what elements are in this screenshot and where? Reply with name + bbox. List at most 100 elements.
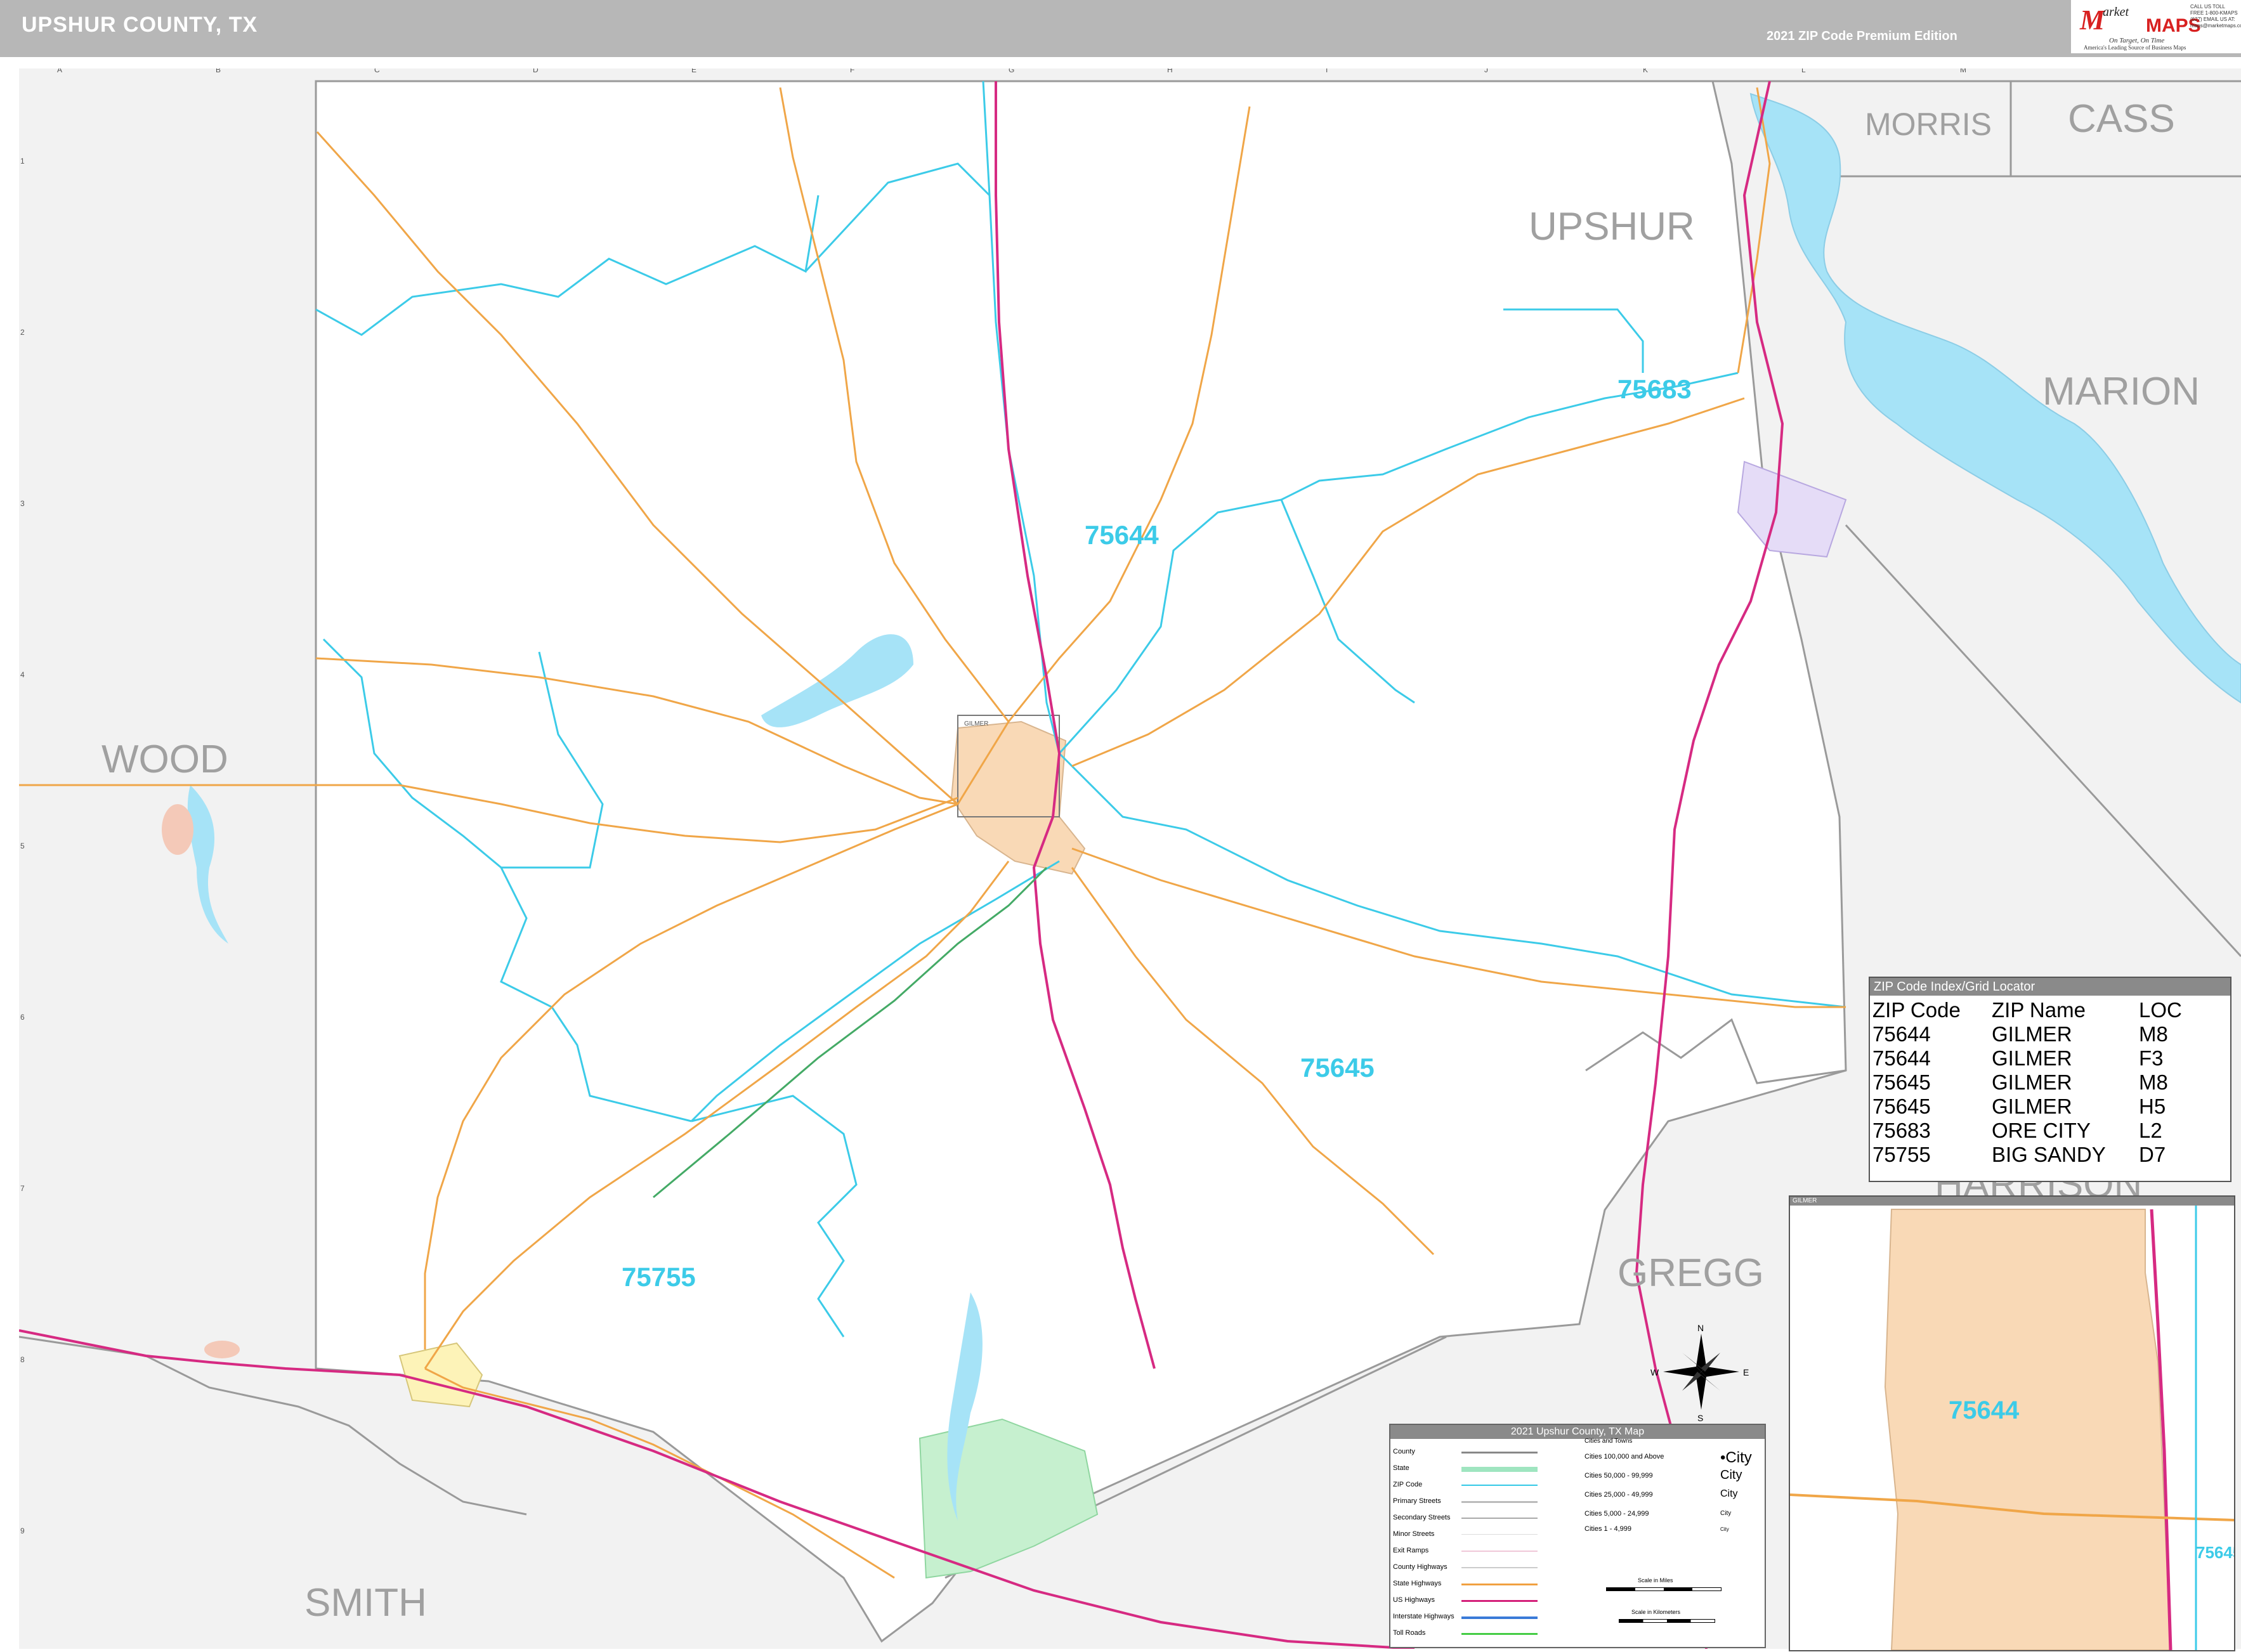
legend-city-tier-5: Cities 1 - 4,999 bbox=[1584, 1525, 1631, 1533]
legend-item-state: State bbox=[1393, 1464, 1409, 1472]
legend-swatch-county-hwy bbox=[1461, 1567, 1538, 1568]
legend-item-exit: Exit Ramps bbox=[1393, 1547, 1429, 1554]
grid-col-g: G bbox=[1009, 68, 1014, 74]
grid-col-b: B bbox=[216, 68, 221, 74]
legend-city-tier-1: Cities 100,000 and Above bbox=[1584, 1453, 1664, 1460]
compass-e: E bbox=[1743, 1367, 1749, 1377]
logo-contact: CALL US TOLL FREE 1-800-KMAPS (627) EMAI… bbox=[2190, 4, 2241, 29]
grid-col-e: E bbox=[691, 68, 696, 74]
legend-swatch-minor bbox=[1461, 1534, 1538, 1535]
legend-item-minor: Minor Streets bbox=[1393, 1530, 1435, 1538]
legend-item-state-hwy: State Highways bbox=[1393, 1580, 1442, 1587]
legend-swatch-state bbox=[1461, 1467, 1538, 1472]
legend-city-tier-4: Cities 5,000 - 24,999 bbox=[1584, 1510, 1649, 1518]
table-row: 75755 BIG SANDY D7 bbox=[1872, 1143, 2221, 1167]
zip-label-75755: 75755 bbox=[622, 1262, 696, 1292]
grid-col-c: C bbox=[374, 68, 380, 74]
inset-zip-label-75645: 75645 bbox=[2196, 1543, 2234, 1562]
legend-city-tier-3: Cities 25,000 - 49,999 bbox=[1584, 1491, 1653, 1499]
legend-swatch-us-hwy bbox=[1461, 1600, 1538, 1602]
legend-city-glyph-3: City bbox=[1720, 1488, 1738, 1499]
table-row: 75644 GILMER F3 bbox=[1872, 1046, 2221, 1070]
wood-town-area bbox=[162, 804, 193, 855]
legend-item-zip: ZIP Code bbox=[1393, 1481, 1423, 1488]
zip-index-col-name: ZIP Name bbox=[1992, 998, 2086, 1022]
loc-cell: F3 bbox=[2139, 1046, 2164, 1070]
legend-item-interstate: Interstate Highways bbox=[1393, 1613, 1454, 1620]
county-label-cass: CASS bbox=[2068, 97, 2175, 141]
name-cell: GILMER bbox=[1992, 1046, 2072, 1070]
logo-tagline2: America's Leading Source of Business Map… bbox=[2084, 44, 2186, 51]
table-row: 75645 GILMER H5 bbox=[1872, 1095, 2221, 1119]
grid-row-1: 1 bbox=[20, 157, 25, 166]
legend-item-primary: Primary Streets bbox=[1393, 1497, 1441, 1505]
name-cell: GILMER bbox=[1992, 1095, 2072, 1118]
legend-swatch-toll bbox=[1461, 1633, 1538, 1635]
smith-town-area bbox=[204, 1341, 240, 1358]
county-label-morris: MORRIS bbox=[1865, 107, 1992, 142]
legend-swatch-exit bbox=[1461, 1551, 1538, 1552]
legend-item-toll: Toll Roads bbox=[1393, 1629, 1426, 1637]
legend-cities-header: Cities and Towns bbox=[1584, 1438, 1633, 1445]
zip-cell: 75683 bbox=[1872, 1119, 1931, 1142]
table-row: 75644 GILMER M8 bbox=[1872, 1022, 2221, 1046]
loc-cell: L2 bbox=[2139, 1119, 2162, 1142]
zip-label-75645: 75645 bbox=[1300, 1053, 1375, 1083]
loc-cell: H5 bbox=[2139, 1095, 2166, 1118]
table-row: 75645 GILMER M8 bbox=[1872, 1070, 2221, 1095]
grid-row-7: 7 bbox=[20, 1184, 25, 1193]
grid-col-f: F bbox=[850, 68, 854, 74]
zip-label-75644: 75644 bbox=[1085, 520, 1159, 550]
legend-swatch-primary bbox=[1461, 1501, 1538, 1503]
name-cell: ORE CITY bbox=[1992, 1119, 2091, 1142]
legend-item-us-hwy: US Highways bbox=[1393, 1596, 1435, 1604]
grid-row-4: 4 bbox=[20, 670, 25, 679]
loc-cell: M8 bbox=[2139, 1070, 2168, 1094]
place-label-gilmer: GILMER bbox=[964, 720, 988, 727]
edition-label: 2021 ZIP Code Premium Edition bbox=[1767, 29, 1957, 43]
legend-item-county-hwy: County Highways bbox=[1393, 1563, 1447, 1571]
legend-city-tier-2: Cities 50,000 - 99,999 bbox=[1584, 1472, 1653, 1480]
zip-index-header-row: ZIP Code ZIP Name LOC bbox=[1872, 998, 2221, 1022]
name-cell: BIG SANDY bbox=[1992, 1143, 2106, 1166]
name-cell: GILMER bbox=[1992, 1070, 2072, 1094]
legend-swatch-state-hwy bbox=[1461, 1584, 1538, 1585]
legend-item-secondary: Secondary Streets bbox=[1393, 1514, 1451, 1521]
grid-col-m: M bbox=[1960, 68, 1966, 74]
map-legend: 2021 Upshur County, TX Map Cities and To… bbox=[1389, 1424, 1766, 1648]
inset-zip-label-75644: 75644 bbox=[1949, 1396, 2020, 1424]
legend-city-glyph-2: City bbox=[1720, 1468, 1742, 1482]
county-label-marion: MARION bbox=[2042, 370, 2200, 413]
zip-index-table: ZIP Code ZIP Name LOC 75644 GILMER M8 75… bbox=[1872, 998, 2221, 1167]
zip-cell: 75644 bbox=[1872, 1046, 1931, 1070]
legend-scale-km-bar bbox=[1619, 1619, 1715, 1623]
name-cell: GILMER bbox=[1992, 1022, 2072, 1046]
zip-cell: 75644 bbox=[1872, 1022, 1931, 1046]
grid-col-l: L bbox=[1801, 68, 1806, 74]
market-maps-logo: M arket MAPS On Target, On Time America'… bbox=[2071, 0, 2241, 53]
grid-row-6: 6 bbox=[20, 1013, 25, 1022]
county-label-gregg: GREGG bbox=[1617, 1251, 1764, 1295]
grid-col-i: I bbox=[1326, 68, 1328, 74]
logo-tagline: On Target, On Time bbox=[2109, 37, 2165, 44]
loc-cell: D7 bbox=[2139, 1143, 2166, 1166]
zip-cell: 75645 bbox=[1872, 1070, 1931, 1094]
inset-title: GILMER bbox=[1790, 1197, 2234, 1206]
table-row: 75683 ORE CITY L2 bbox=[1872, 1119, 2221, 1143]
county-label-upshur: UPSHUR bbox=[1529, 205, 1695, 249]
compass-w: W bbox=[1650, 1367, 1659, 1377]
legend-title: 2021 Upshur County, TX Map bbox=[1390, 1425, 1765, 1439]
legend-city-glyph-1: •City bbox=[1720, 1449, 1752, 1466]
legend-swatch-interstate bbox=[1461, 1616, 1538, 1619]
gilmer-inset-map[interactable]: 75644 75645 GILMER bbox=[1789, 1195, 2235, 1651]
county-label-wood: WOOD bbox=[101, 738, 228, 781]
legend-swatch-county bbox=[1461, 1452, 1538, 1454]
grid-row-8: 8 bbox=[20, 1355, 25, 1364]
legend-scale-km-label: Scale in Kilometers bbox=[1631, 1609, 1681, 1615]
legend-swatch-secondary bbox=[1461, 1518, 1538, 1519]
legend-city-glyph-4: City bbox=[1720, 1510, 1732, 1517]
logo-m: M bbox=[2080, 4, 2105, 36]
zip-index-title: ZIP Code Index/Grid Locator bbox=[1870, 978, 2230, 996]
logo-arket: arket bbox=[2103, 5, 2129, 19]
zip-index-col-loc: LOC bbox=[2139, 998, 2182, 1022]
